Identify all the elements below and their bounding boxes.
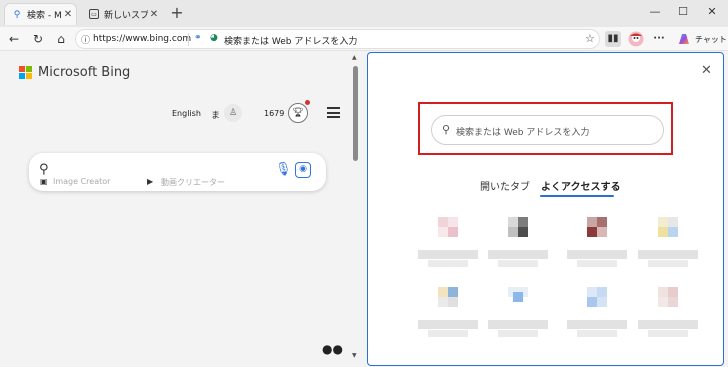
site-favicon (653, 282, 683, 312)
microsoft-logo-icon (19, 66, 33, 80)
microphone-icon[interactable]: 🎙︎ (275, 162, 292, 177)
feedback-icon[interactable]: ●● (322, 342, 343, 356)
search-icon: ⚲ (13, 9, 21, 20)
site-favicon (503, 212, 533, 242)
site-tile[interactable] (418, 278, 478, 338)
page-scrollbar[interactable]: ▲ ▼ (351, 52, 361, 367)
new-tab-page-icon: ▭ (89, 9, 99, 19)
edge-icon: ◕ (210, 33, 218, 43)
info-icon[interactable]: ⓘ (81, 33, 90, 46)
split-new-tab-panel: ✕ ⚲ 検索または Web アドレスを入力 開いたタブ よくアクセスする (367, 52, 724, 366)
site-favicon (433, 212, 463, 242)
site-tile[interactable] (638, 278, 698, 338)
video-creator-option[interactable]: 動画クリエーター (161, 177, 225, 188)
image-creator-option[interactable]: Image Creator (53, 177, 110, 186)
site-favicon (582, 282, 612, 312)
user-icon[interactable]: ♙ (224, 104, 242, 122)
tab-strip: ⚲ 検索 - Micro ✕ ▭ 新しいスプリ ✕ + — ☐ ✕ (0, 0, 728, 27)
site-favicon (653, 212, 683, 242)
scroll-up-icon[interactable]: ▲ (352, 54, 357, 61)
video-creator-icon[interactable]: ▶ (147, 177, 153, 186)
tab-open-tabs[interactable]: 開いたタブ (480, 178, 530, 193)
site-tile[interactable] (567, 208, 627, 268)
tab-label: 新しいスプリ (104, 10, 148, 21)
tab-label: 検索 - Micro (27, 11, 62, 21)
search-placeholder: 検索または Web アドレスを入力 (456, 128, 590, 138)
scroll-down-icon[interactable]: ▼ (352, 352, 357, 359)
close-icon[interactable]: ✕ (62, 9, 74, 20)
close-icon[interactable]: ✕ (701, 63, 712, 78)
maximize-button[interactable]: ☐ (676, 5, 690, 18)
notification-dot (305, 100, 310, 105)
chat-label: チャット (695, 34, 727, 44)
site-favicon (433, 282, 463, 312)
navigation-bar: ← ↻ ⌂ ⓘ https://www.bing.com ⚭ ◕ 検索または W… (0, 27, 728, 51)
home-icon[interactable]: ⌂ (53, 31, 69, 47)
copilot-icon (679, 34, 689, 44)
divider (188, 33, 189, 46)
bing-page: Microsoft Bing English ま ♙ 1679 🏆︎ ⚲ ▣ I… (0, 52, 350, 367)
language-link[interactable]: English (172, 109, 201, 118)
back-icon[interactable]: ← (6, 31, 22, 47)
bing-brand[interactable]: Microsoft Bing (38, 65, 130, 80)
search-icon: ⚲ (39, 162, 49, 177)
search-icon: ⚲ (442, 123, 451, 136)
link-icon[interactable]: ⚭ (194, 33, 202, 43)
new-tab-search-input[interactable]: ⚲ 検索または Web アドレスを入力 (431, 115, 664, 145)
profile-avatar[interactable] (628, 31, 644, 47)
menu-icon[interactable] (327, 107, 340, 118)
favorite-star-icon[interactable]: ☆ (585, 32, 595, 45)
address-placeholder: 検索または Web アドレスを入力 (224, 37, 358, 47)
url-text: https://www.bing.com (93, 34, 192, 44)
refresh-icon[interactable]: ↻ (30, 31, 46, 47)
site-tile[interactable] (488, 278, 548, 338)
rewards-trophy-icon[interactable]: 🏆︎ (288, 103, 308, 123)
scroll-thumb[interactable] (353, 66, 358, 161)
user-name[interactable]: ま (211, 108, 220, 121)
site-tile[interactable] (638, 208, 698, 268)
new-tab-button[interactable]: + (168, 4, 186, 22)
more-icon[interactable]: ··· (651, 31, 667, 47)
site-favicon (503, 282, 533, 312)
rewards-points[interactable]: 1679 (264, 109, 284, 118)
split-screen-icon[interactable]: ▮▮ (605, 31, 621, 47)
image-creator-icon[interactable]: ▣ (40, 177, 48, 186)
tab-bing-search[interactable]: ⚲ 検索 - Micro ✕ (4, 3, 77, 25)
tab-new-split[interactable]: ▭ 新しいスプリ ✕ (82, 3, 162, 25)
bing-search-box[interactable]: ⚲ ▣ Image Creator ▶ 動画クリエーター 🎙︎ ◉ (29, 153, 326, 191)
close-window-button[interactable]: ✕ (705, 5, 719, 18)
browser-window: ⚲ 検索 - Micro ✕ ▭ 新しいスプリ ✕ + — ☐ ✕ ← ↻ ⌂ … (0, 0, 728, 367)
site-tile[interactable] (418, 208, 478, 268)
selected-tab-indicator (540, 195, 614, 197)
tab-frequently-visited[interactable]: よくアクセスする (541, 178, 621, 193)
minimize-button[interactable]: — (648, 5, 662, 18)
visual-search-icon[interactable]: ◉ (295, 162, 311, 178)
site-tile[interactable] (567, 278, 627, 338)
site-favicon (582, 212, 612, 242)
address-bar[interactable]: ⓘ https://www.bing.com ⚭ ◕ 検索または Web アドレ… (75, 29, 600, 49)
copilot-chat-button[interactable]: チャット (676, 30, 727, 48)
site-tile[interactable] (488, 208, 548, 268)
close-icon[interactable]: ✕ (148, 9, 160, 20)
